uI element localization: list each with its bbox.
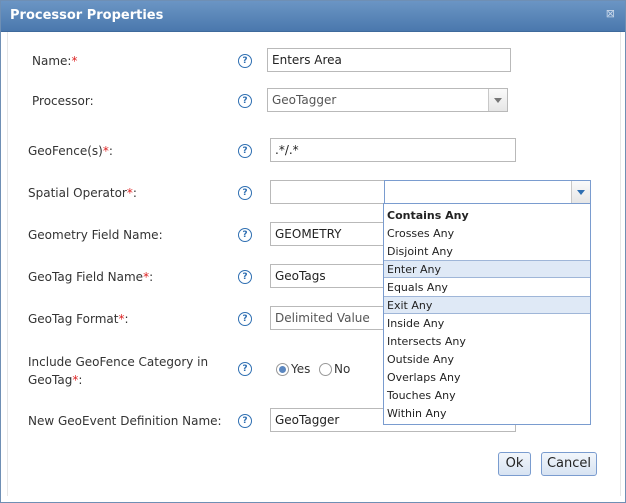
help-icon[interactable]: ?: [238, 54, 252, 68]
spatial-operator-dropdown: Contains Any Crosses Any Disjoint Any En…: [383, 203, 591, 425]
no-radio-label[interactable]: No: [334, 362, 350, 376]
label-colon: :: [108, 144, 113, 158]
dialog-titlebar[interactable]: Processor Properties ⊠: [1, 1, 625, 32]
help-icon[interactable]: ?: [238, 186, 252, 200]
help-icon[interactable]: ?: [238, 414, 252, 428]
processor-properties-dialog: Processor Properties ⊠ Name:* ? Enters A…: [0, 0, 626, 503]
geometry-field-label: Geometry Field Name:: [28, 228, 163, 242]
dropdown-option[interactable]: Intersects Any: [384, 332, 590, 350]
geotag-format-label-text: GeoTag Format: [28, 312, 119, 326]
geotag-format-label: GeoTag Format*:: [28, 312, 129, 326]
help-icon[interactable]: ?: [238, 94, 252, 108]
geotag-field-label: GeoTag Field Name*:: [28, 270, 153, 284]
ok-button[interactable]: Ok: [498, 452, 531, 476]
geofences-label: GeoFence(s)*:: [28, 144, 113, 158]
help-icon[interactable]: ?: [238, 228, 252, 242]
label-colon: :: [132, 186, 137, 200]
dropdown-option[interactable]: Contains Any: [384, 206, 590, 224]
chevron-down-icon[interactable]: [571, 181, 590, 203]
dropdown-option[interactable]: Touches Any: [384, 386, 590, 404]
label-colon: :: [149, 270, 154, 284]
dropdown-option[interactable]: Within Any: [384, 404, 590, 422]
geotag-field-label-text: GeoTag Field Name: [28, 270, 144, 284]
name-label: Name:*: [32, 54, 77, 68]
dropdown-option[interactable]: Inside Any: [384, 314, 590, 332]
dropdown-option[interactable]: Crosses Any: [384, 224, 590, 242]
help-icon[interactable]: ?: [238, 312, 252, 326]
processor-value: GeoTagger: [272, 93, 337, 107]
new-definition-label: New GeoEvent Definition Name:: [28, 414, 222, 428]
name-input[interactable]: Enters Area: [267, 48, 511, 72]
spatial-operator-label-text: Spatial Operator: [28, 186, 127, 200]
dialog-title: Processor Properties: [10, 8, 164, 23]
geofences-label-text: GeoFence(s): [28, 144, 103, 158]
name-label-text: Name:: [32, 54, 72, 68]
include-category-label-text: GeoTag: [28, 373, 73, 387]
dropdown-option[interactable]: Enter Any: [384, 260, 590, 278]
no-radio[interactable]: [319, 363, 332, 376]
include-category-label: Include GeoFence Category in GeoTag*:: [28, 353, 208, 389]
close-icon[interactable]: ⊠: [606, 7, 615, 20]
processor-label: Processor:: [32, 94, 94, 108]
spatial-operator-select[interactable]: [384, 180, 591, 204]
cancel-button[interactable]: Cancel: [541, 452, 597, 476]
label-colon: :: [78, 373, 83, 387]
dropdown-option[interactable]: Outside Any: [384, 350, 590, 368]
yes-radio-label[interactable]: Yes: [291, 362, 310, 376]
required-marker: *: [71, 54, 78, 68]
spatial-operator-label: Spatial Operator*:: [28, 186, 137, 200]
geofences-input[interactable]: .*/.*: [270, 138, 516, 162]
chevron-down-icon[interactable]: [488, 89, 507, 111]
dropdown-option[interactable]: Exit Any: [384, 296, 590, 314]
dropdown-option[interactable]: Equals Any: [384, 278, 590, 296]
help-icon[interactable]: ?: [238, 144, 252, 158]
spatial-operator-input[interactable]: [270, 180, 386, 204]
include-category-label-line2: GeoTag*:: [28, 371, 208, 389]
yes-radio[interactable]: [276, 363, 289, 376]
dropdown-option[interactable]: Disjoint Any: [384, 242, 590, 260]
help-icon[interactable]: ?: [238, 270, 252, 284]
dropdown-option[interactable]: Overlaps Any: [384, 368, 590, 386]
processor-select[interactable]: GeoTagger: [267, 88, 508, 112]
help-icon[interactable]: ?: [238, 362, 252, 376]
include-category-label-line1: Include GeoFence Category in: [28, 355, 209, 369]
label-colon: :: [124, 312, 129, 326]
